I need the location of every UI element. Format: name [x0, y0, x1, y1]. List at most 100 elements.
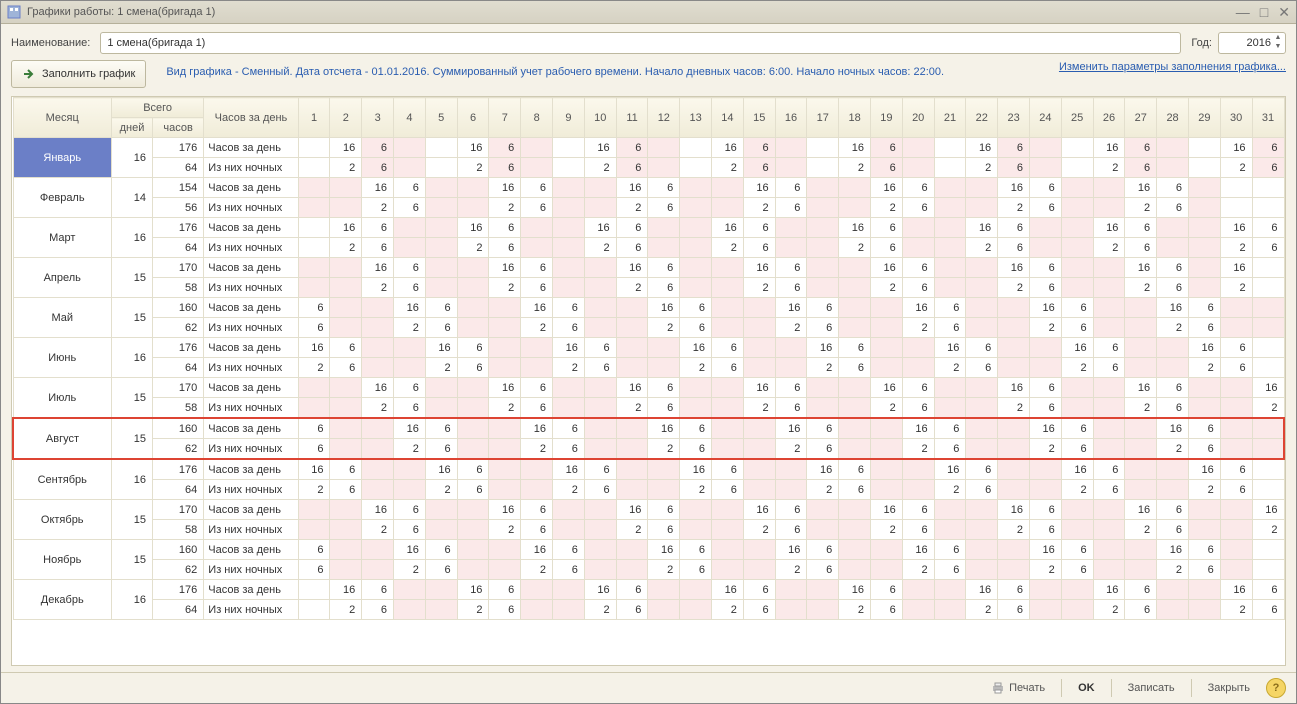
- cell-night[interactable]: 6: [616, 238, 648, 258]
- cell-night[interactable]: 2: [1220, 158, 1252, 178]
- cell-night[interactable]: 2: [1125, 278, 1157, 298]
- cell-night[interactable]: 6: [457, 358, 489, 378]
- cell-hours[interactable]: [775, 459, 807, 480]
- cell-night[interactable]: 6: [1125, 600, 1157, 620]
- cell-night[interactable]: 6: [680, 560, 712, 580]
- cell-hours[interactable]: 16: [489, 178, 521, 198]
- cell-hours[interactable]: 16: [871, 178, 903, 198]
- cell-hours[interactable]: [1252, 540, 1284, 560]
- cell-hours[interactable]: [807, 138, 839, 158]
- cell-hours[interactable]: 16: [330, 580, 362, 600]
- cell-night[interactable]: 6: [648, 520, 680, 540]
- cell-night[interactable]: [839, 318, 871, 338]
- cell-hours[interactable]: 6: [521, 178, 553, 198]
- cell-night[interactable]: [775, 480, 807, 500]
- cell-night[interactable]: 6: [394, 520, 426, 540]
- cell-hours[interactable]: [457, 298, 489, 318]
- cell-night[interactable]: 6: [966, 480, 998, 500]
- cell-hours[interactable]: [425, 580, 457, 600]
- cell-hours[interactable]: [1252, 338, 1284, 358]
- cell-night[interactable]: 6: [362, 238, 394, 258]
- cell-night[interactable]: [298, 398, 330, 419]
- cell-night[interactable]: [648, 158, 680, 178]
- cell-hours[interactable]: [680, 580, 712, 600]
- cell-hours[interactable]: 16: [743, 178, 775, 198]
- cell-night[interactable]: [1061, 238, 1093, 258]
- cell-night[interactable]: [1029, 358, 1061, 378]
- cell-hours[interactable]: [584, 540, 616, 560]
- cell-hours[interactable]: 6: [871, 138, 903, 158]
- cell-night[interactable]: 6: [362, 158, 394, 178]
- cell-hours[interactable]: [616, 338, 648, 358]
- cell-night[interactable]: [1252, 560, 1284, 580]
- cell-hours[interactable]: [489, 298, 521, 318]
- cell-night[interactable]: 6: [1029, 398, 1061, 419]
- cell-hours[interactable]: 16: [743, 258, 775, 278]
- cell-night[interactable]: [648, 600, 680, 620]
- cell-night[interactable]: [298, 520, 330, 540]
- cell-hours[interactable]: 16: [807, 459, 839, 480]
- cell-night[interactable]: [457, 520, 489, 540]
- cell-night[interactable]: 2: [1220, 600, 1252, 620]
- cell-hours[interactable]: [1252, 298, 1284, 318]
- cell-night[interactable]: 6: [298, 318, 330, 338]
- cell-night[interactable]: 6: [998, 600, 1030, 620]
- month-cell[interactable]: Февраль: [13, 178, 111, 218]
- cell-hours[interactable]: 16: [966, 218, 998, 238]
- help-button[interactable]: ?: [1266, 678, 1286, 698]
- cell-night[interactable]: [775, 358, 807, 378]
- cell-hours[interactable]: 16: [584, 580, 616, 600]
- cell-hours[interactable]: 16: [1220, 218, 1252, 238]
- cell-night[interactable]: [743, 358, 775, 378]
- cell-hours[interactable]: [1220, 298, 1252, 318]
- cell-night[interactable]: [966, 318, 998, 338]
- cell-hours[interactable]: 16: [616, 258, 648, 278]
- cell-night[interactable]: 6: [425, 439, 457, 460]
- cell-hours[interactable]: 16: [712, 580, 744, 600]
- cell-night[interactable]: [1188, 398, 1220, 419]
- cell-hours[interactable]: 6: [298, 540, 330, 560]
- cell-hours[interactable]: 6: [934, 540, 966, 560]
- cell-night[interactable]: 6: [775, 198, 807, 218]
- cell-hours[interactable]: 6: [521, 500, 553, 520]
- cell-hours[interactable]: [839, 500, 871, 520]
- cell-night[interactable]: [1125, 358, 1157, 378]
- cell-night[interactable]: 6: [680, 439, 712, 460]
- cell-night[interactable]: 6: [712, 358, 744, 378]
- cell-hours[interactable]: [457, 178, 489, 198]
- cell-night[interactable]: [584, 439, 616, 460]
- cell-night[interactable]: 6: [616, 600, 648, 620]
- cell-hours[interactable]: [521, 580, 553, 600]
- cell-hours[interactable]: [425, 178, 457, 198]
- cell-hours[interactable]: [362, 298, 394, 318]
- cell-hours[interactable]: 16: [1188, 459, 1220, 480]
- cell-night[interactable]: 6: [394, 278, 426, 298]
- cell-night[interactable]: 6: [743, 600, 775, 620]
- cell-night[interactable]: [712, 520, 744, 540]
- cell-hours[interactable]: [394, 338, 426, 358]
- cell-night[interactable]: 6: [712, 480, 744, 500]
- cell-night[interactable]: [807, 600, 839, 620]
- cell-hours[interactable]: [1093, 540, 1125, 560]
- cell-night[interactable]: [1220, 439, 1252, 460]
- cell-hours[interactable]: [584, 298, 616, 318]
- cell-night[interactable]: [584, 318, 616, 338]
- cell-night[interactable]: [394, 358, 426, 378]
- cell-hours[interactable]: 6: [584, 459, 616, 480]
- cell-night[interactable]: 6: [648, 198, 680, 218]
- year-spin-up[interactable]: ▲: [1272, 34, 1284, 43]
- cell-hours[interactable]: 6: [712, 459, 744, 480]
- cell-hours[interactable]: [616, 298, 648, 318]
- cell-hours[interactable]: [425, 500, 457, 520]
- cell-hours[interactable]: [553, 218, 585, 238]
- cell-hours[interactable]: 16: [1029, 418, 1061, 439]
- cell-hours[interactable]: 6: [394, 178, 426, 198]
- cell-hours[interactable]: 16: [1157, 298, 1189, 318]
- cell-hours[interactable]: [1093, 298, 1125, 318]
- cell-night[interactable]: 6: [489, 158, 521, 178]
- cell-hours[interactable]: 6: [680, 298, 712, 318]
- cell-hours[interactable]: 16: [775, 540, 807, 560]
- cell-hours[interactable]: [489, 338, 521, 358]
- cell-night[interactable]: [298, 278, 330, 298]
- cell-night[interactable]: [457, 560, 489, 580]
